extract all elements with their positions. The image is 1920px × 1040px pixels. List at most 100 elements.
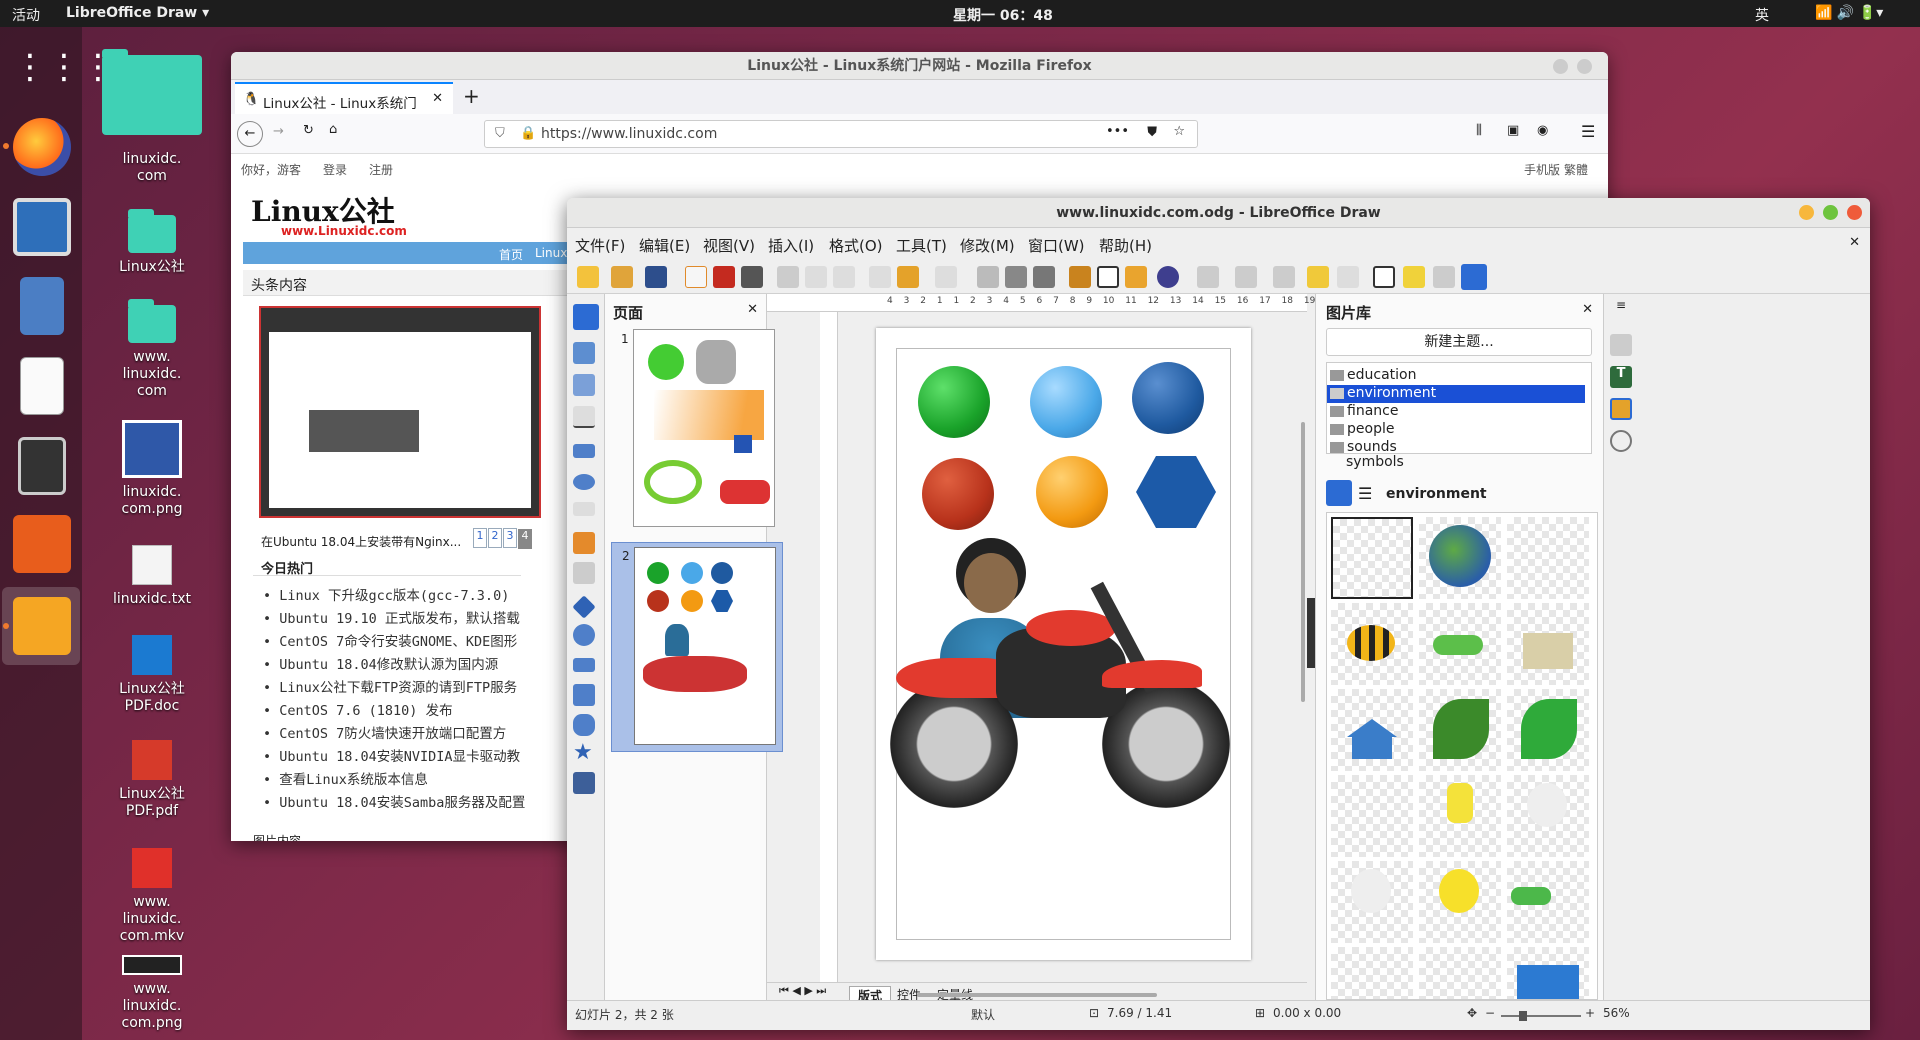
- desktop-pdf-file[interactable]: Linux公社 PDF.pdf: [92, 740, 212, 820]
- list-view-button[interactable]: ☰: [1358, 484, 1372, 503]
- hot-item[interactable]: • Ubuntu 18.04安装Samba服务器及配置: [263, 791, 525, 811]
- hot-item[interactable]: • CentOS 7.6 (1810) 发布: [263, 699, 453, 719]
- block-arrows-icon[interactable]: [573, 658, 595, 672]
- minimize-button[interactable]: [1553, 59, 1568, 74]
- bookmark-star-icon[interactable]: ☆: [1173, 124, 1185, 139]
- close-gallery-icon[interactable]: ✕: [1582, 302, 1593, 317]
- copy-icon[interactable]: [805, 266, 827, 288]
- orange-circle[interactable]: [1036, 456, 1108, 528]
- sidebar-icon[interactable]: ▣: [1507, 123, 1519, 138]
- export-icon[interactable]: [685, 266, 707, 288]
- navigator-icon[interactable]: [1610, 430, 1632, 452]
- red-circle[interactable]: [922, 458, 994, 530]
- lock-icon[interactable]: 🔒: [520, 126, 536, 141]
- arrow-line-icon[interactable]: [573, 502, 595, 516]
- green-circle[interactable]: [918, 366, 990, 438]
- hot-item[interactable]: • Linux公社下载FTP资源的请到FTP服务: [263, 676, 517, 696]
- connector-tool-icon[interactable]: [573, 562, 595, 584]
- menu-edit[interactable]: 编辑(E): [639, 235, 690, 256]
- save-icon[interactable]: [645, 266, 667, 288]
- page-button-current[interactable]: 4: [518, 529, 532, 549]
- undo-icon[interactable]: [897, 266, 919, 288]
- zoom-slider[interactable]: [1501, 1011, 1581, 1021]
- glue-points-icon[interactable]: [1403, 266, 1425, 288]
- cfl-bulb-item[interactable]: [1331, 775, 1413, 857]
- symbol-shapes-icon[interactable]: [573, 624, 595, 646]
- fit-page-icon[interactable]: ✥: [1467, 1006, 1477, 1020]
- factory-item[interactable]: [1507, 603, 1589, 685]
- helplines-icon[interactable]: [1005, 266, 1027, 288]
- points-icon[interactable]: [1373, 266, 1395, 288]
- page-button[interactable]: 3: [503, 528, 517, 548]
- darkblue-circle[interactable]: [1132, 362, 1204, 434]
- reload-button[interactable]: ↻: [303, 123, 314, 138]
- menu-window[interactable]: 窗口(W): [1028, 235, 1085, 256]
- home-button[interactable]: ⌂: [329, 122, 337, 137]
- menu-modify[interactable]: 修改(M): [960, 235, 1015, 256]
- bulb-lit-item[interactable]: [1419, 861, 1501, 943]
- minimize-button[interactable]: [1799, 205, 1814, 220]
- page-button[interactable]: 2: [488, 528, 502, 548]
- shadow-icon[interactable]: [1307, 266, 1329, 288]
- theme-item[interactable]: sounds: [1327, 439, 1587, 455]
- shield-icon[interactable]: ⛉: [495, 126, 505, 141]
- house-item[interactable]: [1331, 689, 1413, 771]
- desktop-text-file[interactable]: linuxidc.txt: [92, 545, 212, 608]
- selected-slide-item[interactable]: 2: [611, 542, 783, 752]
- hot-item[interactable]: • CentOS 7防火墙快速开放端口配置方: [263, 722, 506, 742]
- hot-item[interactable]: • CentOS 7命令行安装GNOME、KDE图形: [263, 630, 517, 650]
- cfl-bulb-yellow-item[interactable]: [1419, 775, 1501, 857]
- hot-item[interactable]: • Ubuntu 19.10 正式版发布，默认搭载: [263, 607, 520, 627]
- libreoffice-draw-icon[interactable]: [13, 597, 71, 655]
- theme-item[interactable]: finance: [1327, 403, 1587, 421]
- flowchart-icon[interactable]: [573, 684, 595, 706]
- screenshot-icon[interactable]: [13, 198, 71, 256]
- mobile-link[interactable]: 手机版: [1524, 161, 1560, 178]
- headline-thumbnail[interactable]: [259, 306, 541, 518]
- bulb-item[interactable]: [1331, 861, 1413, 943]
- basic-shapes-icon[interactable]: [572, 595, 596, 619]
- text-box-icon[interactable]: [1097, 266, 1119, 288]
- app-grid-icon[interactable]: ⋮⋮⋮: [13, 42, 115, 100]
- theme-item-selected[interactable]: environment: [1327, 385, 1585, 403]
- toggle-extrusion-icon[interactable]: [1433, 266, 1455, 288]
- 3d-objects-icon[interactable]: [573, 772, 595, 794]
- library-icon[interactable]: ⫼: [1476, 123, 1482, 138]
- menu-view[interactable]: 视图(V): [703, 235, 755, 256]
- lightblue-circle[interactable]: [1030, 366, 1102, 438]
- forward-button[interactable]: →: [273, 124, 284, 139]
- desktop-image-file[interactable]: linuxidc. com.png: [92, 420, 212, 518]
- line-tool-icon[interactable]: [573, 406, 595, 428]
- close-tab-icon[interactable]: ✕: [432, 91, 443, 106]
- horizontal-scrollbar[interactable]: [917, 993, 1157, 997]
- new-theme-button[interactable]: 新建主题...: [1326, 328, 1592, 356]
- tab-nav-arrows[interactable]: ⏮ ◀ ▶ ⏭: [779, 984, 826, 998]
- redo-icon[interactable]: [935, 266, 957, 288]
- file-cabinet-icon[interactable]: [20, 277, 64, 335]
- menu-tools[interactable]: 工具(T): [896, 235, 947, 256]
- styles-icon[interactable]: T: [1610, 366, 1632, 388]
- theme-item[interactable]: people: [1327, 421, 1587, 439]
- close-button[interactable]: [1847, 205, 1862, 220]
- text-editor-icon[interactable]: [20, 357, 64, 415]
- new-icon[interactable]: [577, 266, 599, 288]
- faucet-item[interactable]: [1331, 517, 1413, 599]
- crop-icon[interactable]: [1337, 266, 1359, 288]
- zoom-slider-thumb[interactable]: [1519, 1011, 1527, 1021]
- page-actions-icon[interactable]: •••: [1106, 124, 1129, 139]
- insert-frame-icon[interactable]: [1125, 266, 1147, 288]
- green-car-item[interactable]: [1419, 603, 1501, 685]
- desktop-image-file[interactable]: www. linuxidc. com.png: [92, 955, 212, 1032]
- polar-bear-item[interactable]: [1507, 517, 1589, 599]
- sidebar-settings-icon[interactable]: ≡: [1610, 298, 1632, 320]
- open-icon[interactable]: [611, 266, 633, 288]
- zoom-icon[interactable]: [1033, 266, 1055, 288]
- icon-view-button[interactable]: [1326, 480, 1352, 506]
- recycle-bin-item[interactable]: [1507, 947, 1589, 999]
- smoke-item[interactable]: [1331, 947, 1413, 999]
- desktop-doc-file[interactable]: Linux公社 PDF.doc: [92, 635, 212, 715]
- firefox-icon[interactable]: [13, 118, 71, 176]
- properties-icon[interactable]: [1610, 334, 1632, 356]
- export-pdf-icon[interactable]: [713, 266, 735, 288]
- bulb-item[interactable]: [1507, 775, 1589, 857]
